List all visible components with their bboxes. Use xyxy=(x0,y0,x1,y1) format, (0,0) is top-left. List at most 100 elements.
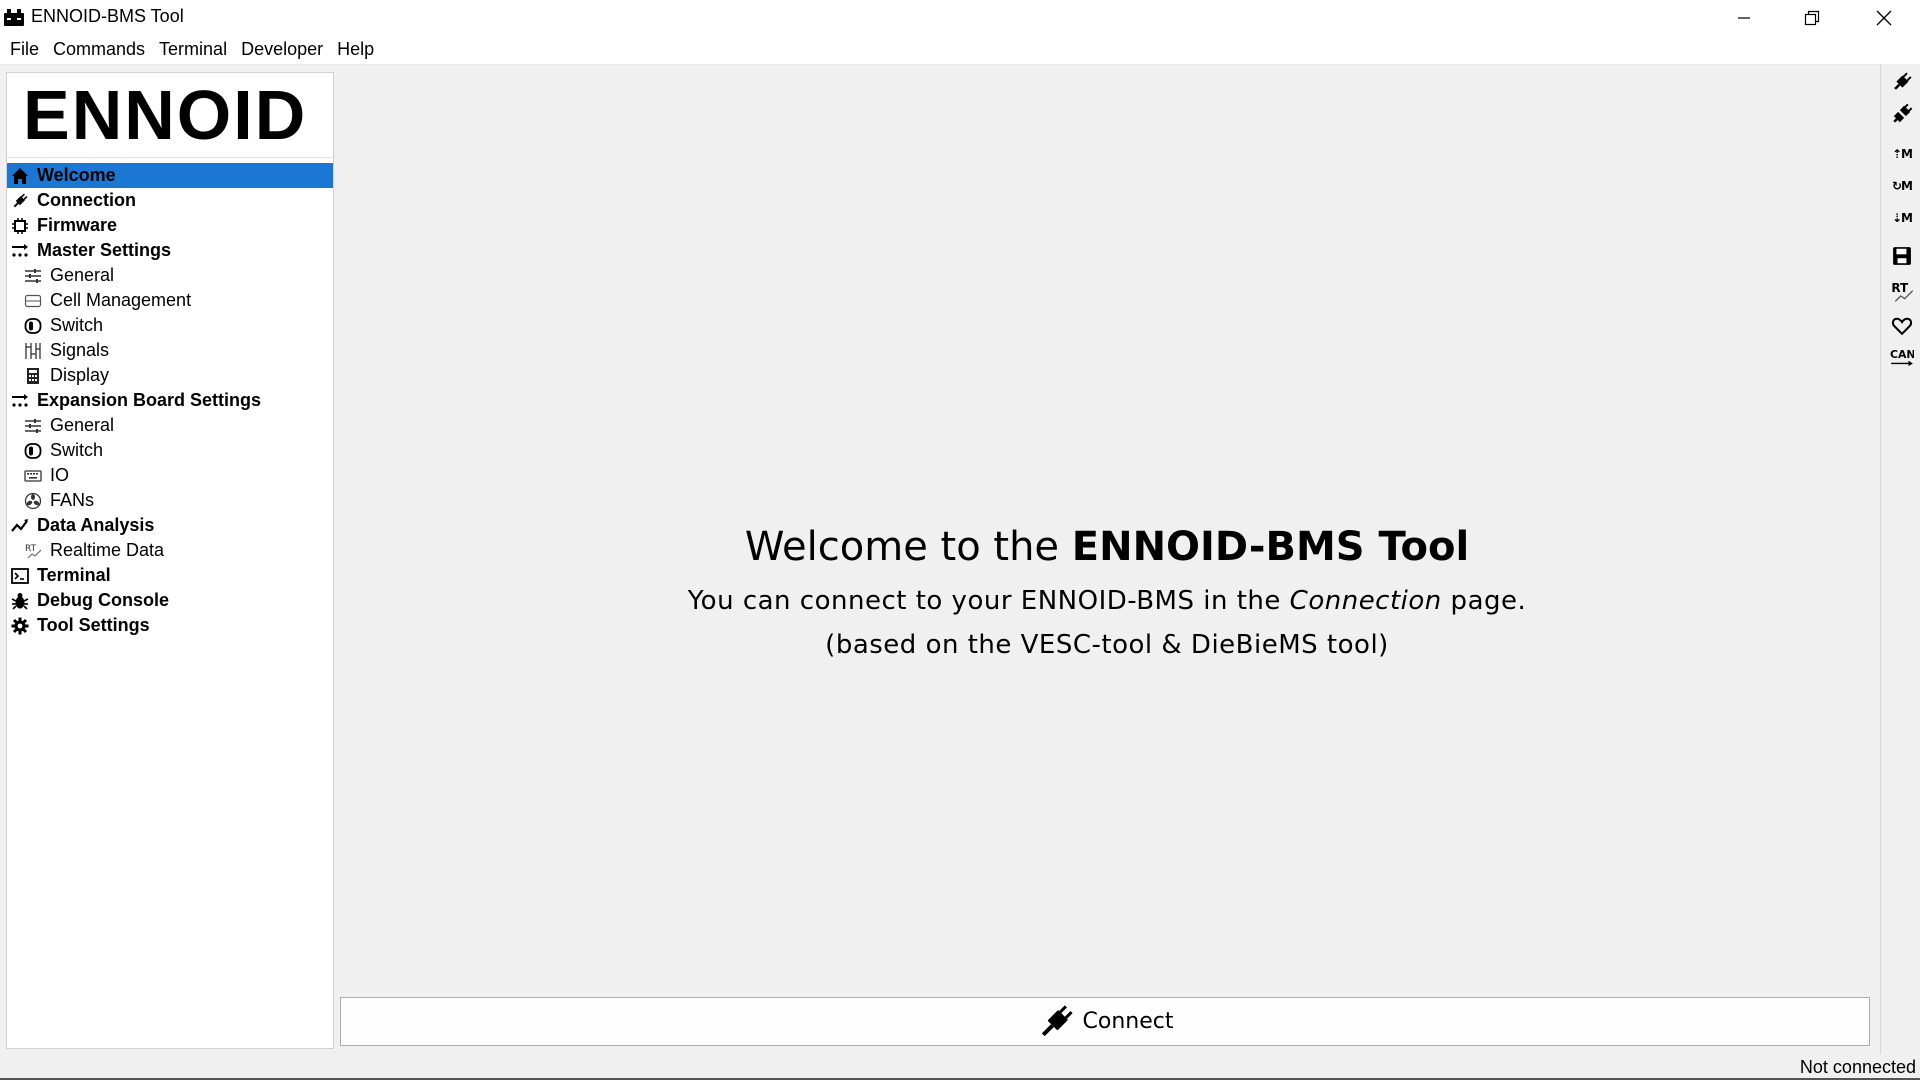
sidebar-item-fans[interactable]: FANs xyxy=(7,488,333,513)
bug-icon xyxy=(11,593,29,610)
plug-icon xyxy=(1041,1004,1073,1036)
reload-config-icon: ↻M xyxy=(1892,179,1913,193)
cells-icon xyxy=(24,294,42,308)
settings-arrows-icon xyxy=(12,244,28,257)
sidebar-item-label: Display xyxy=(50,365,110,385)
disconnect-tool-button[interactable] xyxy=(1890,102,1914,126)
welcome-line2-italic: Connection xyxy=(1289,586,1442,616)
sidebar-item-label: Data Analysis xyxy=(37,515,155,535)
welcome-page: Welcome to the ENNOID-BMS Tool You can c… xyxy=(334,64,1880,1054)
fan-icon xyxy=(24,492,42,510)
menu-file[interactable]: File xyxy=(3,35,46,64)
sidebar-item-label: Tool Settings xyxy=(37,615,150,635)
can-button[interactable]: CAN xyxy=(1890,346,1914,370)
terminal-icon xyxy=(11,568,29,584)
settings-arrows-icon xyxy=(12,394,28,407)
sidebar-item-master-switch[interactable]: Switch xyxy=(7,313,333,338)
sidebar-item-connection[interactable]: Connection xyxy=(7,188,333,213)
unplug-icon xyxy=(1893,103,1913,123)
connect-button[interactable]: Connect xyxy=(340,997,1870,1046)
svg-text:RT: RT xyxy=(25,544,37,554)
menu-commands[interactable]: Commands xyxy=(46,35,152,64)
plug-icon xyxy=(13,193,28,208)
welcome-line2-prefix: You can connect to your ENNOID-BMS in th… xyxy=(687,586,1290,616)
restore-button[interactable] xyxy=(1778,0,1846,35)
realtime-button[interactable]: RT xyxy=(1890,280,1914,304)
sidebar-item-label: General xyxy=(50,265,115,285)
menu-developer[interactable]: Developer xyxy=(234,35,330,64)
plug-icon xyxy=(1894,72,1912,90)
navigation-tree: Welcome Connection Firmware Master Setti… xyxy=(7,163,333,638)
sidebar-item-firmware[interactable]: Firmware xyxy=(7,213,333,238)
sidebar-item-data-analysis[interactable]: Data Analysis xyxy=(7,513,333,538)
sidebar-item-io[interactable]: IO xyxy=(7,463,333,488)
read-config-button[interactable]: ⇡M xyxy=(1890,142,1914,166)
status-bar: Not connected xyxy=(0,1054,1920,1080)
sidebar-item-realtime-data[interactable]: RT Realtime Data xyxy=(7,538,333,563)
sidebar-item-master-general[interactable]: General xyxy=(7,263,333,288)
realtime-icon-text: RT xyxy=(1891,281,1909,295)
realtime-icon: RT xyxy=(25,544,42,559)
sidebar-item-welcome[interactable]: Welcome xyxy=(7,163,333,188)
sidebar-item-signals[interactable]: Signals xyxy=(7,338,333,363)
save-icon xyxy=(1893,247,1911,265)
sidebar-item-label: Switch xyxy=(50,315,104,335)
sidebar-item-master-settings[interactable]: Master Settings xyxy=(7,238,333,263)
save-button[interactable] xyxy=(1890,244,1914,268)
sidebar-item-label: Master Settings xyxy=(37,240,172,260)
sidebar-item-label: Debug Console xyxy=(37,590,170,610)
read-config-icon: ⇡M xyxy=(1892,147,1913,161)
title-bar: ENNOID-BMS Tool xyxy=(0,0,1920,35)
sliders-icon xyxy=(25,269,41,283)
close-button[interactable] xyxy=(1850,0,1918,35)
sliders-icon xyxy=(25,419,41,433)
menu-help[interactable]: Help xyxy=(330,35,381,64)
reload-config-button[interactable]: ↻M xyxy=(1890,174,1914,198)
sidebar-item-label: Realtime Data xyxy=(50,540,165,560)
write-config-button[interactable]: ⇣M xyxy=(1890,206,1914,230)
connection-status: Not connected xyxy=(1799,1057,1916,1077)
welcome-credits: (based on the VESC-tool & DieBieMS tool) xyxy=(825,630,1389,660)
menu-terminal[interactable]: Terminal xyxy=(152,35,234,64)
right-toolbar: ⇡M ↻M ⇣M RT CAN xyxy=(1880,64,1920,1054)
sidebar-item-cell-management[interactable]: Cell Management xyxy=(7,288,333,313)
can-icon: CAN xyxy=(1890,348,1914,367)
sidebar-item-expansion-board-settings[interactable]: Expansion Board Settings xyxy=(7,388,333,413)
welcome-title-prefix: Welcome to the xyxy=(744,524,1072,570)
switch-icon xyxy=(24,443,42,459)
keyboard-icon xyxy=(24,470,42,482)
sidebar-item-label: Connection xyxy=(37,190,136,210)
heart-icon xyxy=(1892,317,1912,336)
heartbeat-button[interactable] xyxy=(1890,314,1914,338)
realtime-icon: RT xyxy=(1891,281,1914,302)
logo: ENNOID xyxy=(7,73,333,158)
close-icon xyxy=(1876,10,1892,25)
sidebar-item-tool-settings[interactable]: Tool Settings xyxy=(7,613,333,638)
minimize-icon xyxy=(1738,16,1750,19)
sidebar-item-debug-console[interactable]: Debug Console xyxy=(7,588,333,613)
connect-button-label: Connect xyxy=(1082,1009,1174,1034)
chip-icon xyxy=(12,218,28,234)
welcome-title-bold: ENNOID-BMS Tool xyxy=(1071,524,1470,570)
restore-icon xyxy=(1804,10,1820,25)
sidebar-item-label: Cell Management xyxy=(50,290,192,310)
welcome-line2-suffix: page. xyxy=(1441,586,1527,616)
sidebar-item-display[interactable]: Display xyxy=(7,363,333,388)
sidebar-item-expansion-switch[interactable]: Switch xyxy=(7,438,333,463)
sidebar: ENNOID Welcome Connection Firmware Maste… xyxy=(6,72,334,1049)
calculator-icon xyxy=(27,368,39,384)
minimize-button[interactable] xyxy=(1710,0,1778,35)
home-icon xyxy=(12,168,28,184)
sidebar-item-terminal[interactable]: Terminal xyxy=(7,563,333,588)
connect-tool-button[interactable] xyxy=(1890,70,1914,94)
sidebar-item-expansion-general[interactable]: General xyxy=(7,413,333,438)
can-icon-text: CAN xyxy=(1890,348,1914,361)
menu-bar: File Commands Terminal Developer Help xyxy=(0,35,1920,65)
sidebar-item-label: Terminal xyxy=(37,565,111,585)
welcome-title: Welcome to the ENNOID-BMS Tool xyxy=(334,524,1880,570)
sidebar-item-label: General xyxy=(50,415,115,435)
sidebar-item-label: Switch xyxy=(50,440,104,460)
switch-icon xyxy=(24,318,42,334)
window-title: ENNOID-BMS Tool xyxy=(31,6,184,26)
gear-icon xyxy=(11,617,29,635)
